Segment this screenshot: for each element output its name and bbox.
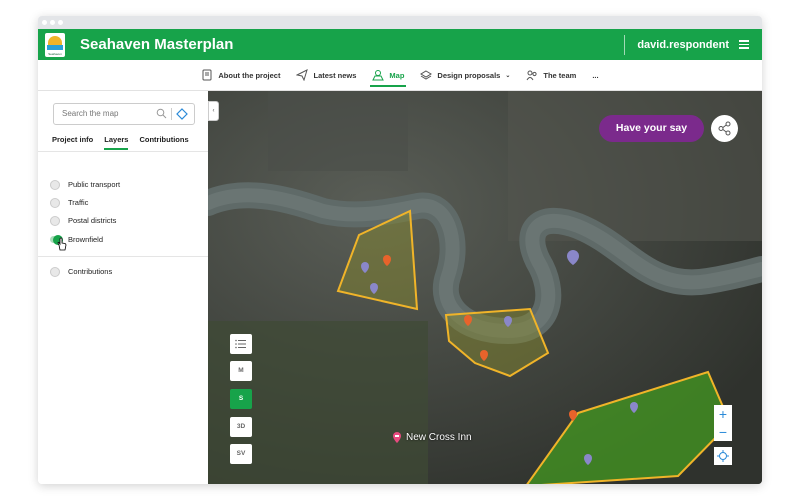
nav-more[interactable]: ... — [584, 60, 606, 90]
satellite-view-button[interactable]: S — [230, 389, 252, 409]
seahaven-logo[interactable]: Seahaven — [45, 32, 65, 57]
street-view-button[interactable]: SV — [230, 444, 252, 464]
nav-the-team[interactable]: The team — [518, 60, 584, 90]
sidebar: Search the map Project info Layers Contr… — [38, 91, 208, 484]
nav-map-label: Map — [389, 70, 405, 80]
paper-plane-icon — [296, 69, 309, 81]
map-search-input[interactable]: Search the map — [53, 103, 195, 125]
sidebar-tabs: Project info Layers Contributions — [52, 135, 189, 150]
share-button[interactable] — [711, 115, 738, 142]
nav-the-team-label: The team — [543, 70, 577, 80]
draw-area-icon[interactable] — [176, 108, 188, 120]
nav-about-project-label: About the project — [218, 70, 281, 80]
more-icon: ... — [592, 70, 599, 80]
divider — [38, 151, 208, 152]
nav-latest-news[interactable]: Latest news — [288, 60, 364, 90]
tab-project-info[interactable]: Project info — [52, 135, 93, 150]
toggle-traffic[interactable] — [50, 198, 60, 208]
window-minimize-dot[interactable] — [50, 20, 55, 25]
team-icon — [526, 70, 537, 81]
collapse-sidebar-button[interactable]: ‹ — [208, 101, 219, 121]
map-icon — [372, 70, 385, 81]
layer-contributions[interactable]: Contributions — [50, 267, 113, 277]
map-pin[interactable] — [567, 250, 579, 265]
window-close-dot[interactable] — [42, 20, 47, 25]
list-icon — [235, 339, 246, 349]
nav-design-proposals-label: Design proposals — [437, 70, 501, 80]
map-pin[interactable] — [464, 315, 472, 326]
app-header: Seahaven Seahaven Masterplan david.respo… — [38, 29, 762, 60]
map-pin[interactable] — [480, 350, 488, 361]
toggle-postal-districts[interactable] — [50, 216, 60, 226]
hand-cursor-icon — [57, 237, 67, 251]
have-your-say-button[interactable]: Have your say — [599, 115, 704, 142]
nav-latest-news-label: Latest news — [313, 70, 357, 80]
layer-postal-districts[interactable]: Postal districts — [50, 216, 117, 226]
layer-postal-districts-label: Postal districts — [68, 216, 117, 225]
logo-text: Seahaven — [48, 51, 62, 56]
map-pin[interactable] — [370, 283, 378, 294]
nav-about-project[interactable]: About the project — [193, 60, 288, 90]
locate-button[interactable] — [714, 447, 732, 465]
bed-pin-icon — [393, 432, 401, 443]
browser-window: Seahaven Seahaven Masterplan david.respo… — [38, 16, 762, 484]
page-title: Seahaven Masterplan — [80, 36, 234, 53]
place-marker[interactable]: New Cross Inn — [392, 431, 472, 443]
map-pin[interactable] — [584, 454, 592, 465]
3d-view-button[interactable]: 3D — [230, 417, 252, 437]
search-icon[interactable] — [156, 108, 167, 119]
toggle-public-transport[interactable] — [50, 180, 60, 190]
chevron-down-icon: ⌄ — [505, 72, 511, 79]
map-view-button[interactable]: M — [230, 361, 252, 381]
user-name[interactable]: david.respondent — [624, 34, 729, 55]
map-pin[interactable] — [383, 255, 391, 266]
layers-icon — [420, 70, 433, 80]
main-nav: About the project Latest news Map Design… — [38, 60, 762, 91]
toggle-contributions[interactable] — [50, 267, 60, 277]
map-pin[interactable] — [504, 316, 512, 327]
tab-layers[interactable]: Layers — [104, 135, 129, 150]
hamburger-menu-icon[interactable] — [739, 40, 749, 49]
layer-public-transport-label: Public transport — [68, 180, 121, 189]
zoom-out-button[interactable]: − — [714, 423, 732, 441]
divider — [38, 256, 208, 257]
map-pin[interactable] — [361, 262, 369, 273]
nav-map[interactable]: Map — [364, 60, 412, 90]
satellite-map[interactable]: Have your say M S 3D SV + − New Cross In… — [208, 91, 762, 484]
layer-contributions-label: Contributions — [68, 267, 113, 276]
search-placeholder: Search the map — [62, 109, 119, 118]
share-icon — [718, 121, 731, 136]
nav-design-proposals[interactable]: Design proposals ⌄ — [412, 60, 518, 90]
place-label: New Cross Inn — [406, 431, 472, 443]
layer-traffic[interactable]: Traffic — [50, 198, 89, 208]
window-chrome — [38, 16, 762, 29]
legend-list-button[interactable] — [230, 334, 252, 354]
map-pin[interactable] — [630, 402, 638, 413]
zoom-in-button[interactable]: + — [714, 405, 732, 423]
document-icon — [202, 69, 212, 81]
layer-brownfield-label: Brownfield — [68, 235, 104, 244]
layer-traffic-label: Traffic — [68, 198, 89, 207]
map-pin[interactable] — [569, 410, 577, 421]
layer-public-transport[interactable]: Public transport — [50, 180, 121, 190]
crosshair-icon — [717, 450, 729, 462]
window-maximize-dot[interactable] — [58, 20, 63, 25]
contribution-pins — [361, 250, 638, 465]
tab-contributions[interactable]: Contributions — [139, 135, 188, 150]
